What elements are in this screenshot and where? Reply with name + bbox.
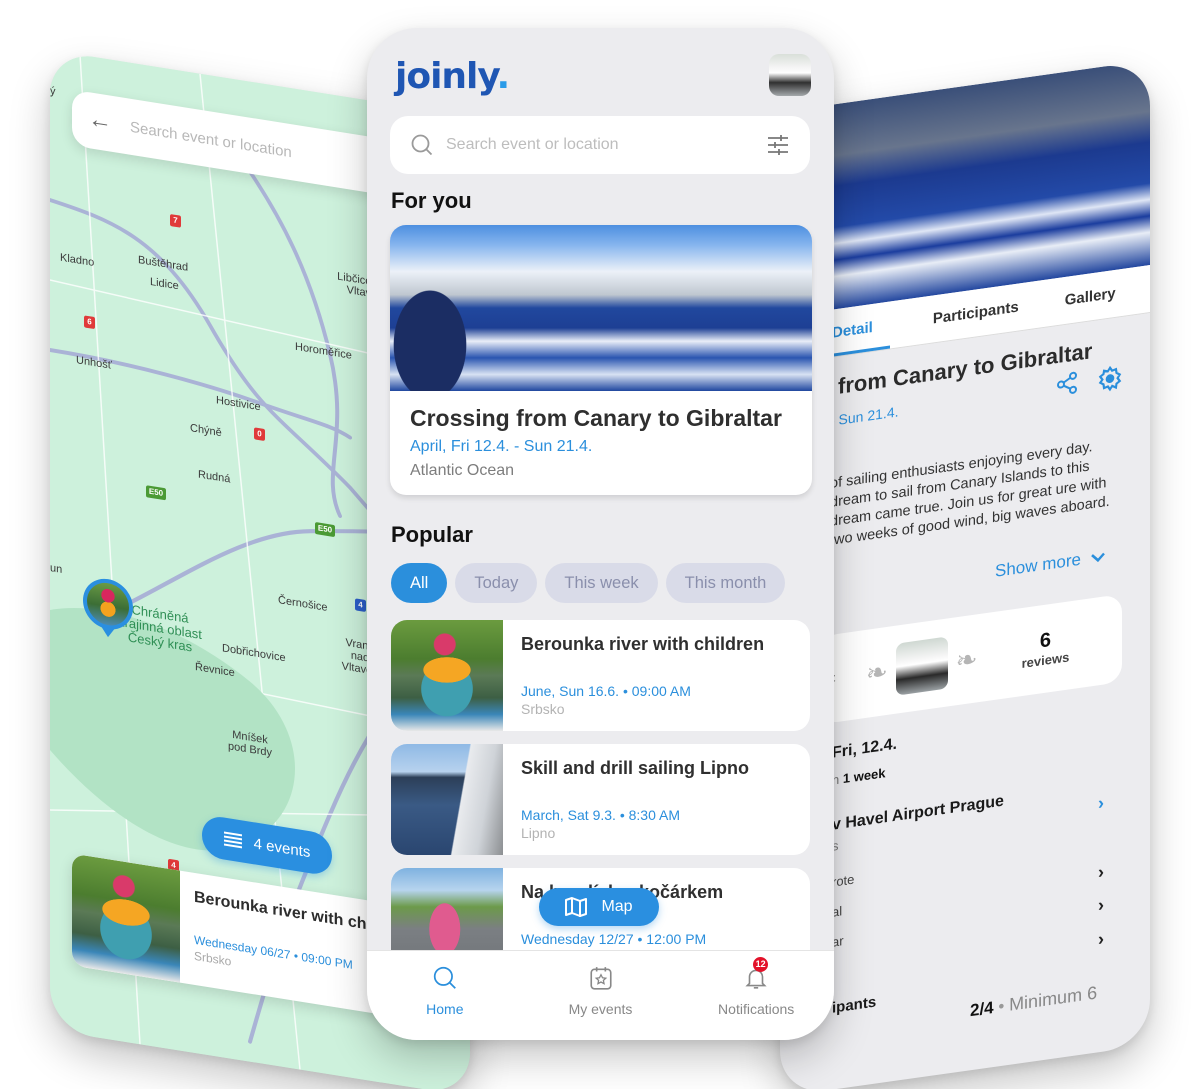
route-badge: 7 bbox=[170, 214, 181, 228]
route-badge: 0 bbox=[254, 427, 265, 442]
settings-gear-icon[interactable] bbox=[1097, 364, 1123, 394]
event-list-item[interactable]: Skill and drill sailing Lipno March, Sat… bbox=[391, 744, 810, 855]
event-thumbnail bbox=[72, 853, 180, 983]
participants-count: 2/4 bbox=[970, 997, 994, 1021]
event-title: Berounka river with children bbox=[521, 634, 765, 654]
chevron-down-icon bbox=[1091, 552, 1105, 563]
filter-sliders-icon[interactable] bbox=[766, 133, 790, 157]
event-list-item[interactable]: Berounka river with children June, Sun 1… bbox=[391, 620, 810, 731]
map-search-placeholder: Search event or location bbox=[130, 118, 292, 161]
event-date: Wednesday 12/27 • 12:00 PM bbox=[521, 931, 707, 947]
logo-dot: . bbox=[496, 56, 511, 97]
user-avatar[interactable] bbox=[769, 54, 811, 96]
nav-my-events[interactable]: My events bbox=[523, 951, 679, 1040]
bottom-navigation: Home My events 12 Notifications bbox=[367, 950, 834, 1040]
filter-chip-this-week[interactable]: This week bbox=[545, 563, 658, 603]
chevron-right-icon[interactable]: › bbox=[1098, 894, 1104, 916]
event-title: Skill and drill sailing Lipno bbox=[521, 758, 750, 778]
search-icon bbox=[411, 134, 433, 156]
chevron-right-icon[interactable]: › bbox=[1098, 792, 1104, 814]
event-pin-photo bbox=[87, 579, 129, 629]
map-icon bbox=[565, 897, 588, 917]
info-row: rote bbox=[832, 871, 855, 890]
departure-location[interactable]: v Havel Airport Prague bbox=[832, 793, 1004, 835]
duration-value: 1 week bbox=[842, 765, 886, 787]
tab-detail[interactable]: Detail bbox=[832, 319, 873, 342]
tab-gallery[interactable]: Gallery bbox=[1065, 285, 1116, 309]
event-location: Lipno bbox=[521, 825, 556, 841]
laurel-right-icon: ❧ bbox=[955, 642, 978, 676]
chevron-right-icon[interactable]: › bbox=[1098, 861, 1104, 883]
filter-chip-today[interactable]: Today bbox=[455, 563, 538, 603]
route-badge: 4 bbox=[355, 598, 366, 613]
map-button-label: Map bbox=[601, 898, 633, 915]
active-tab-indicator bbox=[830, 345, 890, 357]
participants-summary: 2/4 • Minimum 6 bbox=[970, 982, 1098, 1021]
featured-event-date: April, Fri 12.4. - Sun 21.4. bbox=[410, 438, 593, 455]
events-count-label: 4 events bbox=[253, 834, 311, 861]
search-icon bbox=[433, 966, 456, 989]
back-arrow-icon[interactable]: ← bbox=[88, 105, 114, 137]
participants-minimum: Minimum 6 bbox=[1009, 982, 1098, 1015]
share-icon[interactable] bbox=[1055, 370, 1079, 397]
duration-row: n 1 week bbox=[832, 765, 886, 788]
event-date: March, Sat 9.3. • 8:30 AM bbox=[521, 807, 680, 823]
popular-heading: Popular bbox=[391, 522, 473, 547]
list-icon bbox=[223, 831, 242, 849]
for-you-heading: For you bbox=[391, 188, 472, 213]
route-badge: 6 bbox=[84, 315, 95, 330]
start-date: Fri, 12.4. bbox=[832, 735, 897, 762]
nav-notifications[interactable]: 12 Notifications bbox=[678, 951, 834, 1040]
popular-filter-chips: All Today This week This month bbox=[391, 563, 786, 603]
pin-tip-icon bbox=[101, 626, 115, 639]
nav-my-events-label: My events bbox=[568, 1001, 633, 1017]
detail-screen-phone: Detail Participants Gallery from Canary … bbox=[780, 60, 1150, 1089]
home-screen-phone: joinly. Search event or location For you… bbox=[367, 28, 834, 1040]
laurel-left-icon: ❧ bbox=[866, 655, 888, 689]
filter-chip-this-month[interactable]: This month bbox=[665, 563, 786, 603]
map-button[interactable]: Map bbox=[539, 888, 659, 926]
search-bar[interactable]: Search event or location bbox=[390, 116, 810, 174]
event-thumbnail bbox=[391, 744, 503, 855]
show-more-label: Show more bbox=[995, 549, 1081, 581]
nav-notifications-label: Notifications bbox=[718, 1001, 795, 1017]
event-date: - Sun 21.4. bbox=[830, 403, 899, 429]
show-more-button[interactable]: Show more bbox=[995, 546, 1105, 581]
logo-text: joinly bbox=[395, 56, 498, 97]
featured-event-location: Atlantic Ocean bbox=[410, 462, 515, 479]
featured-event-image bbox=[390, 225, 812, 391]
nav-home[interactable]: Home bbox=[367, 951, 523, 1040]
event-thumbnail bbox=[391, 620, 503, 731]
search-placeholder: Search event or location bbox=[446, 136, 619, 153]
tab-participants[interactable]: Participants bbox=[933, 298, 1019, 327]
map-label-partial: un bbox=[50, 562, 63, 576]
event-map-pin[interactable] bbox=[83, 575, 133, 641]
calendar-star-icon bbox=[589, 967, 612, 990]
nav-home-label: Home bbox=[426, 1001, 464, 1017]
joinly-logo: joinly. bbox=[395, 56, 511, 97]
participants-heading: ipants bbox=[832, 993, 877, 1017]
map-label-partial: ý bbox=[50, 85, 56, 98]
featured-event-card[interactable]: Crossing from Canary to Gibraltar April,… bbox=[390, 225, 812, 495]
event-location: Srbsko bbox=[521, 701, 565, 717]
event-description: of sailing enthusiasts enjoying every da… bbox=[830, 439, 1110, 549]
organizer-review-card[interactable]: nt ❧ ❧ 6 reviews bbox=[820, 593, 1122, 725]
filter-chip-all[interactable]: All bbox=[391, 563, 448, 603]
chevron-right-icon[interactable]: › bbox=[1098, 928, 1104, 950]
organizer-avatar bbox=[895, 636, 948, 696]
featured-event-title: Crossing from Canary to Gibraltar bbox=[410, 405, 782, 431]
event-date: June, Sun 16.6. • 09:00 AM bbox=[521, 683, 691, 699]
